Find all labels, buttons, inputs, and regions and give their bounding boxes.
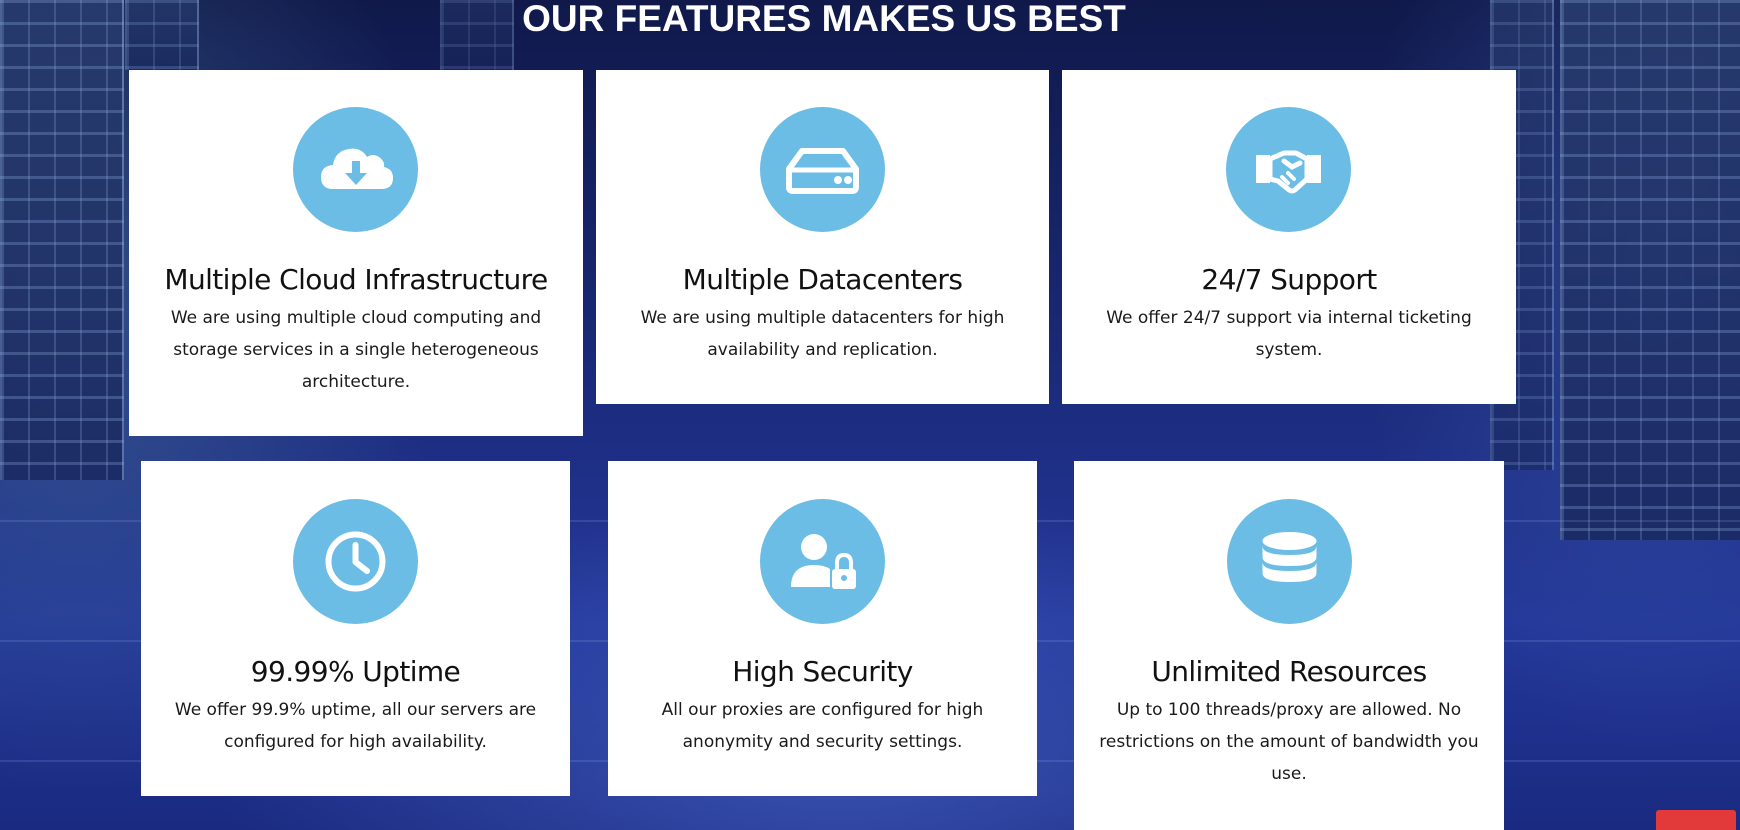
cloud-download-icon (293, 107, 418, 232)
clock-icon (293, 499, 418, 624)
feature-title: High Security (732, 655, 913, 688)
feature-description: All our proxies are configured for high … (661, 700, 984, 752)
feature-description: Up to 100 threads/proxy are allowed. No … (1099, 700, 1479, 784)
handshake-icon (1226, 107, 1351, 232)
feature-title: Multiple Cloud Infrastructure (164, 263, 548, 296)
feature-description: We offer 99.9% uptime, all our servers a… (174, 700, 537, 752)
feature-title: 24/7 Support (1201, 263, 1377, 296)
feature-card-security: High Security All our proxies are config… (608, 461, 1037, 796)
feature-title: 99.99% Uptime (250, 655, 461, 688)
feature-card-datacenters: Multiple Datacenters We are using multip… (596, 70, 1049, 404)
scroll-to-top-button[interactable] (1656, 810, 1736, 830)
database-icon (1227, 499, 1352, 624)
feature-title: Unlimited Resources (1151, 655, 1427, 688)
hard-drive-icon (760, 107, 885, 232)
feature-description: We are using multiple datacenters for hi… (640, 308, 1005, 360)
section-title: OUR FEATURES MAKES US BEST (522, 0, 1126, 39)
feature-card-support: 24/7 Support We offer 24/7 support via i… (1062, 70, 1516, 404)
feature-description: We offer 24/7 support via internal ticke… (1106, 308, 1472, 360)
feature-card-resources: Unlimited Resources Up to 100 threads/pr… (1074, 461, 1504, 830)
feature-description: We are using multiple cloud computing an… (170, 308, 542, 392)
feature-title: Multiple Datacenters (682, 263, 963, 296)
feature-card-uptime: 99.99% Uptime We offer 99.9% uptime, all… (141, 461, 570, 796)
user-lock-icon (760, 499, 885, 624)
server-rack (0, 0, 124, 480)
feature-card-cloud: Multiple Cloud Infrastructure We are usi… (129, 70, 583, 436)
server-rack (1560, 0, 1740, 540)
